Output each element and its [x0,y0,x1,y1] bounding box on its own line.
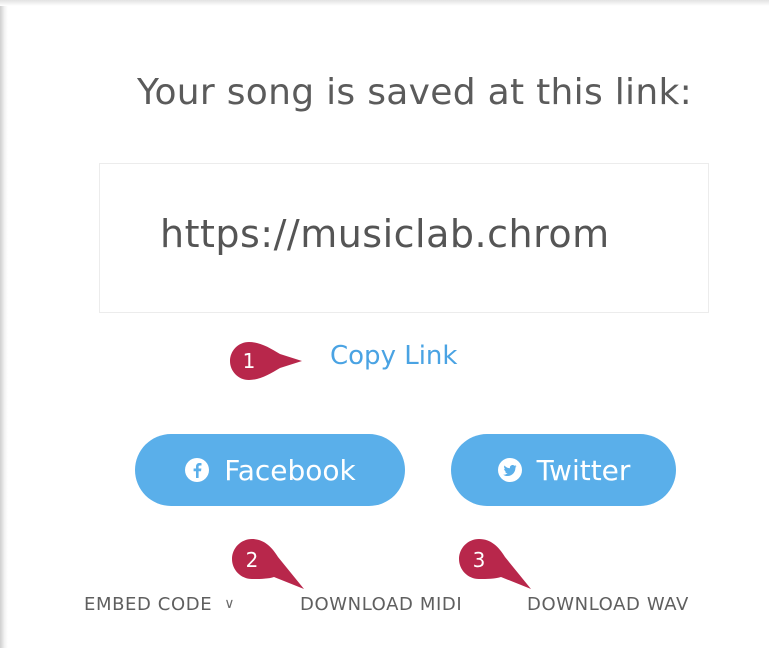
link-field[interactable]: https://musiclab.chrom [99,163,709,313]
save-dialog: Your song is saved at this link: https:/… [10,6,769,648]
window-shadow [0,0,8,648]
embed-code-button[interactable]: EMBED CODE ∨ [84,594,235,615]
facebook-icon [185,458,210,482]
link-url[interactable]: https://musiclab.chrom [160,212,650,256]
marker-number: 3 [472,548,486,572]
facebook-share-button[interactable]: Facebook [135,434,405,506]
download-midi-button[interactable]: DOWNLOAD MIDI [300,594,462,615]
twitter-share-button[interactable]: Twitter [451,434,676,506]
download-wav-button[interactable]: DOWNLOAD WAV [527,594,689,615]
marker-number: 1 [242,349,256,373]
twitter-icon [497,458,522,482]
facebook-label: Facebook [224,453,356,487]
embed-code-label: EMBED CODE [84,594,213,615]
marker-number: 2 [245,548,259,572]
twitter-label: Twitter [536,453,631,487]
annotation-marker-3: 3 [457,537,531,589]
annotation-marker-1: 1 [228,340,302,382]
chevron-down-icon: ∨ [224,596,236,612]
copy-link-button[interactable]: Copy Link [330,341,457,371]
annotation-marker-2: 2 [230,537,304,589]
dialog-title: Your song is saved at this link: [136,72,693,113]
